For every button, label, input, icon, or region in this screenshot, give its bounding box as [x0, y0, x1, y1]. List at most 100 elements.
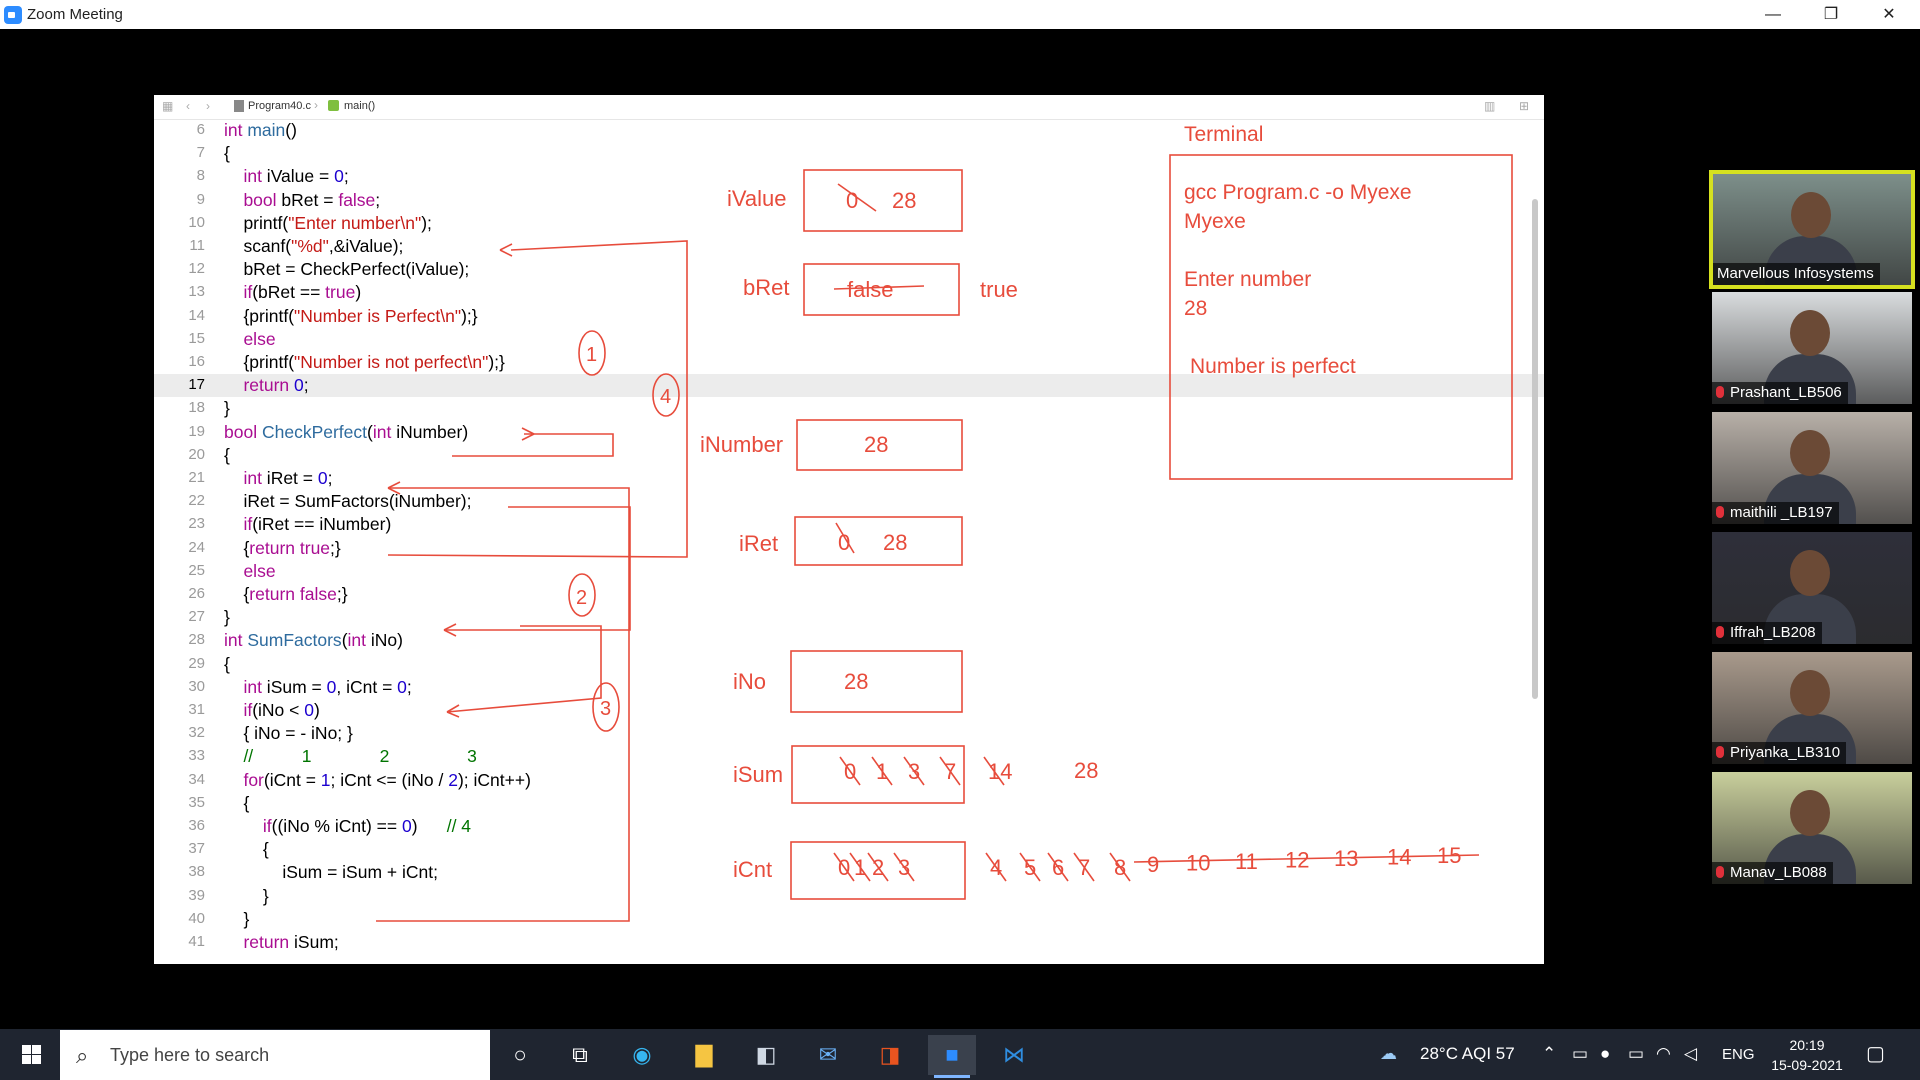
minimize-button[interactable]: — — [1744, 0, 1802, 29]
bret-label: bRet — [743, 275, 789, 300]
vscode-icon[interactable]: ⋈ — [990, 1035, 1038, 1075]
inumber-value: 28 — [864, 432, 888, 457]
icnt-sequence-value: 9 — [1147, 852, 1159, 877]
ivalue-label: iValue — [727, 186, 787, 211]
cortana-icon[interactable]: ○ — [496, 1035, 544, 1075]
close-button[interactable]: ✕ — [1860, 0, 1918, 29]
wifi-icon[interactable]: ◠ — [1656, 1044, 1671, 1064]
icnt-sequence-value: 14 — [1387, 845, 1411, 870]
step-4: 4 — [660, 386, 671, 408]
participant-name: Manav_LB088 — [1712, 862, 1833, 884]
participant-silhouette — [1790, 790, 1830, 836]
muted-mic-icon — [1716, 386, 1724, 398]
icnt-sequence-value: 10 — [1186, 851, 1210, 876]
shared-screen: ▦ ‹ › Program40.c › main() ▥ ⊞ 6 int main… — [154, 95, 1544, 964]
iret-box — [794, 516, 963, 566]
microphone-icon[interactable]: ● — [1600, 1044, 1610, 1064]
weather-icon[interactable]: ☁ — [1380, 1044, 1397, 1064]
office-icon[interactable]: ◨ — [866, 1035, 914, 1075]
participant-name-text: Manav_LB088 — [1730, 864, 1827, 881]
clock-date: 15-09-2021 — [1771, 1057, 1843, 1073]
battery-icon[interactable]: ▭ — [1628, 1044, 1644, 1064]
weather-text[interactable]: 28°C AQI 57 — [1420, 1044, 1515, 1064]
participant-name-text: Priyanka_LB310 — [1730, 744, 1841, 761]
windows-start-icon[interactable] — [8, 1043, 54, 1067]
participant-silhouette — [1791, 192, 1831, 238]
muted-mic-icon — [1716, 626, 1724, 638]
isum-value: 28 — [1074, 758, 1098, 783]
muted-mic-icon — [1716, 506, 1724, 518]
window-title: Zoom Meeting — [27, 6, 123, 23]
participant-tile[interactable]: Manav_LB088 — [1712, 772, 1912, 884]
icnt-sequence-value: 12 — [1285, 848, 1309, 873]
participant-name: Iffrah_LB208 — [1712, 622, 1822, 644]
step-3: 3 — [600, 698, 611, 720]
participant-tile[interactable]: Prashant_LB506 — [1712, 292, 1912, 404]
participant-name-text: Prashant_LB506 — [1730, 384, 1842, 401]
iret-old: 0 — [838, 530, 850, 555]
inumber-label: iNumber — [700, 432, 783, 457]
mail-icon[interactable]: ✉ — [804, 1035, 852, 1075]
edge-browser-icon[interactable]: ◉ — [618, 1035, 666, 1075]
participant-name: maithili _LB197 — [1712, 502, 1839, 524]
participant-name-text: Marvellous Infosystems — [1717, 265, 1874, 282]
annotation-layer: iValue bRet iNumber iRet iNo iSum iCnt 0… — [376, 123, 1513, 922]
maximize-button[interactable]: ❐ — [1802, 0, 1860, 29]
participant-silhouette — [1790, 310, 1830, 356]
search-placeholder: Type here to search — [110, 1045, 270, 1065]
ivalue-box — [803, 169, 963, 232]
participant-silhouette — [1790, 550, 1830, 596]
terminal-output: gcc Program.c -o Myexe Myexe Enter number 2… — [1184, 181, 1412, 378]
microsoft-store-icon[interactable]: ◧ — [742, 1035, 790, 1075]
terminal-line: Myexe — [1184, 210, 1246, 233]
notifications-icon[interactable]: ▢ — [1866, 1041, 1885, 1066]
chevron-up-icon[interactable]: ⌃ — [1542, 1044, 1556, 1064]
clock-time: 20:19 — [1789, 1037, 1825, 1053]
windows-taskbar: ⌕ Type here to search ○ ⧉ ◉ ▇ ◧ ✉ ◨ ■ ⋈ … — [0, 1029, 1920, 1080]
terminal-line: gcc Program.c -o Myexe — [1184, 181, 1412, 204]
participant-silhouette — [1790, 670, 1830, 716]
icnt-sequence-value: 11 — [1235, 849, 1258, 874]
terminal-title: Terminal — [1184, 123, 1263, 146]
participant-name: Prashant_LB506 — [1712, 382, 1848, 404]
file-explorer-icon[interactable]: ▇ — [680, 1035, 728, 1075]
zoom-taskbar-icon[interactable]: ■ — [928, 1035, 976, 1078]
muted-mic-icon — [1716, 866, 1724, 878]
terminal-line: Enter number — [1184, 268, 1311, 291]
step-1: 1 — [586, 344, 597, 366]
participant-tile[interactable]: Marvellous Infosystems — [1709, 170, 1915, 289]
participant-tile[interactable]: Iffrah_LB208 — [1712, 532, 1912, 644]
terminal-line: 28 — [1184, 297, 1207, 320]
search-icon: ⌕ — [76, 1043, 89, 1068]
bret-value: true — [980, 277, 1018, 302]
participant-name: Priyanka_LB310 — [1712, 742, 1847, 764]
ivalue-value: 28 — [892, 188, 916, 213]
icnt-sequence-value: 13 — [1334, 846, 1358, 871]
ino-box — [790, 650, 963, 713]
ino-value: 28 — [844, 669, 868, 694]
iret-value: 28 — [883, 530, 907, 555]
muted-mic-icon — [1716, 746, 1724, 758]
task-view-icon[interactable]: ⧉ — [556, 1035, 604, 1075]
bret-old: false — [847, 277, 893, 302]
taskbar-search-box[interactable]: ⌕ Type here to search — [60, 1030, 490, 1080]
meet-now-icon[interactable]: ▭ — [1572, 1044, 1588, 1064]
ino-label: iNo — [733, 669, 766, 694]
title-bar: Zoom Meeting — ❐ ✕ — [0, 0, 1920, 29]
participant-tile[interactable]: maithili _LB197 — [1712, 412, 1912, 524]
participant-name-text: Iffrah_LB208 — [1730, 624, 1816, 641]
ivalue-old: 0 — [846, 188, 858, 213]
zoom-app-icon — [4, 6, 22, 24]
icnt-sequence: 9 10 11 12 13 14 15 — [1147, 843, 1461, 877]
terminal-line: Number is perfect — [1190, 355, 1356, 378]
step-2: 2 — [576, 587, 587, 609]
icnt-sequence-value: 15 — [1437, 843, 1461, 868]
icnt-history: 012345678 — [833, 852, 1131, 882]
system-clock[interactable]: 20:19 15-09-2021 — [1768, 1035, 1846, 1075]
language-indicator[interactable]: ENG — [1722, 1046, 1755, 1063]
isum-label: iSum — [733, 762, 783, 787]
participant-tile[interactable]: Priyanka_LB310 — [1712, 652, 1912, 764]
icnt-label: iCnt — [733, 857, 772, 882]
volume-icon[interactable]: ◁ — [1684, 1044, 1697, 1064]
participant-name-text: maithili _LB197 — [1730, 504, 1833, 521]
